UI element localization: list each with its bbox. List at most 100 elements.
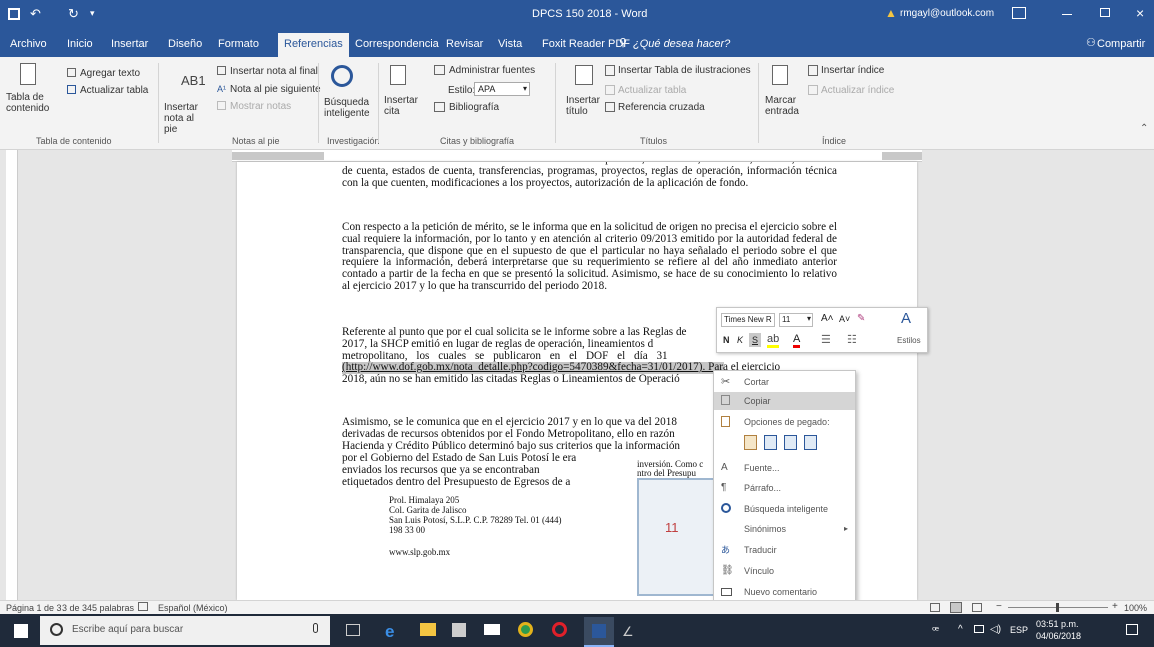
- update-figures-table-button[interactable]: Actualizar tabla: [618, 85, 686, 96]
- toc-button[interactable]: Tabla de contenido: [6, 92, 52, 114]
- collapse-ribbon-icon[interactable]: ⌃: [1140, 123, 1148, 134]
- font-color-icon[interactable]: A: [793, 333, 801, 348]
- paragraph-4-line-6[interactable]: etiquetados dentro del Presupuesto de Eg…: [342, 476, 612, 489]
- chrome-icon[interactable]: [518, 622, 533, 637]
- redo-icon[interactable]: ↻: [68, 6, 79, 22]
- insert-endnote-button[interactable]: Insertar nota al final: [230, 66, 318, 77]
- menu-item-copy[interactable]: Copiar: [714, 392, 855, 410]
- microphone-icon[interactable]: [313, 623, 318, 633]
- paste-text-only-icon[interactable]: [804, 435, 817, 450]
- taskbar-search-box[interactable]: Escribe aquí para buscar: [40, 616, 330, 645]
- tab-insertar[interactable]: Insertar: [111, 35, 148, 55]
- shrink-font-icon[interactable]: A˅: [839, 314, 850, 324]
- ribbon-display-icon[interactable]: [1012, 7, 1026, 19]
- insert-index-button[interactable]: Insertar índice: [821, 65, 884, 76]
- menu-item-font[interactable]: A Fuente...: [714, 459, 855, 477]
- language-status[interactable]: Español (México): [158, 603, 228, 613]
- print-layout-icon[interactable]: [950, 602, 962, 613]
- paragraph-1[interactable]: conocer todos los documentos derivados d…: [342, 162, 837, 189]
- menu-item-new-comment[interactable]: Nuevo comentario: [714, 583, 855, 601]
- close-icon[interactable]: ×: [1136, 5, 1144, 21]
- menu-item-smart-lookup[interactable]: Búsqueda inteligente: [714, 500, 855, 518]
- menu-item-paragraph[interactable]: ¶ Párrafo...: [714, 479, 855, 497]
- tab-correspondencia[interactable]: Correspondencia: [355, 35, 439, 55]
- tab-referencias[interactable]: Referencias: [278, 33, 349, 57]
- network-icon[interactable]: [974, 625, 984, 633]
- style-select[interactable]: APA ▾: [474, 82, 530, 96]
- tell-me-box[interactable]: ¿Qué desea hacer?: [633, 35, 730, 55]
- paste-keep-format-icon[interactable]: [744, 435, 757, 450]
- insert-footnote-button[interactable]: Insertar nota al pie: [164, 102, 206, 135]
- font-size-select[interactable]: 11 ▾: [779, 313, 813, 327]
- tab-inicio[interactable]: Inicio: [67, 35, 93, 55]
- mail-icon[interactable]: [484, 624, 500, 635]
- store-icon[interactable]: [452, 623, 466, 637]
- paragraph-3-line-5[interactable]: 2018, aún no se han emitido las citadas …: [342, 374, 722, 386]
- menu-item-translate[interactable]: あ Traducir: [714, 541, 855, 559]
- zoom-out-icon[interactable]: −: [996, 601, 1002, 612]
- account-name[interactable]: rmgayl@outlook.com: [900, 8, 994, 19]
- opera-icon[interactable]: [552, 622, 567, 637]
- manage-sources-button[interactable]: Administrar fuentes: [449, 65, 535, 76]
- zoom-slider-thumb[interactable]: [1056, 603, 1059, 612]
- page-count[interactable]: Página 1 de 3: [6, 603, 62, 613]
- clock-time[interactable]: 03:51 p.m.: [1036, 619, 1079, 629]
- menu-item-synonyms[interactable]: Sinónimos ▸: [714, 520, 855, 538]
- clock-date[interactable]: 04/06/2018: [1036, 631, 1081, 641]
- update-index-button[interactable]: Actualizar índice: [821, 85, 894, 96]
- word-app-icon[interactable]: [584, 617, 614, 647]
- tab-foxit[interactable]: Foxit Reader PDF: [542, 35, 630, 55]
- tab-archivo[interactable]: Archivo: [10, 35, 47, 55]
- cross-reference-button[interactable]: Referencia cruzada: [618, 102, 705, 113]
- quick-access-dropdown-icon[interactable]: ▾: [90, 8, 95, 19]
- menu-item-cut[interactable]: ✂ Cortar: [714, 373, 855, 391]
- grow-font-icon[interactable]: A˄: [821, 313, 834, 324]
- show-notes-button[interactable]: Mostrar notas: [230, 101, 291, 112]
- save-icon[interactable]: [8, 8, 20, 20]
- people-icon[interactable]: ꟹ: [932, 624, 939, 637]
- insert-caption-button[interactable]: Insertar título: [566, 95, 600, 117]
- pen-app-icon[interactable]: ∠: [622, 624, 634, 640]
- windows-start-icon[interactable]: [14, 624, 28, 638]
- undo-icon[interactable]: ↶: [30, 6, 41, 22]
- styles-button[interactable]: Estilos: [897, 336, 921, 345]
- tab-diseno[interactable]: Diseño: [168, 35, 202, 55]
- menu-item-link[interactable]: ⛓ Vínculo: [714, 562, 855, 580]
- maximize-icon[interactable]: [1100, 8, 1110, 17]
- zoom-in-icon[interactable]: +: [1112, 601, 1118, 612]
- file-explorer-icon[interactable]: [420, 623, 436, 636]
- notification-icon[interactable]: [1126, 624, 1138, 635]
- minimize-icon[interactable]: [1062, 14, 1072, 15]
- read-mode-icon[interactable]: [930, 603, 940, 612]
- add-text-button[interactable]: Agregar texto: [80, 68, 140, 79]
- tab-vista[interactable]: Vista: [498, 35, 522, 55]
- update-table-button[interactable]: Actualizar tabla: [80, 85, 148, 96]
- numbering-icon[interactable]: ☷: [847, 333, 857, 346]
- share-button[interactable]: Compartir: [1097, 35, 1145, 55]
- smart-lookup-button[interactable]: Búsqueda inteligente: [324, 97, 370, 119]
- proofing-icon[interactable]: [138, 602, 148, 611]
- underline-button[interactable]: S: [749, 333, 761, 347]
- paste-merge-format-icon[interactable]: [764, 435, 777, 450]
- format-painter-icon[interactable]: ✎: [857, 313, 865, 324]
- paragraph-2[interactable]: Con respecto a la petición de mérito, se…: [342, 221, 837, 293]
- bullets-icon[interactable]: ☰: [821, 333, 831, 346]
- highlight-color-icon[interactable]: ab: [767, 333, 780, 348]
- next-footnote-button[interactable]: Nota al pie siguiente: [230, 84, 321, 95]
- edge-icon[interactable]: e: [385, 622, 394, 642]
- input-language[interactable]: ESP: [1010, 625, 1028, 635]
- warning-icon[interactable]: ▲: [885, 6, 897, 20]
- tab-formato[interactable]: Formato: [218, 35, 259, 55]
- bibliography-button[interactable]: Bibliografía: [449, 102, 499, 113]
- italic-button[interactable]: K: [737, 335, 743, 345]
- word-count[interactable]: 3 de 345 palabras: [62, 603, 134, 613]
- zoom-level[interactable]: 100%: [1124, 603, 1147, 613]
- tab-revisar[interactable]: Revisar: [446, 35, 483, 55]
- bold-button[interactable]: N: [723, 335, 730, 345]
- mark-entry-button[interactable]: Marcar entrada: [765, 95, 799, 117]
- zoom-slider[interactable]: [1008, 603, 1108, 612]
- insert-table-of-figures-button[interactable]: Insertar Tabla de ilustraciones: [618, 65, 751, 76]
- tray-chevron-icon[interactable]: ^: [958, 624, 963, 635]
- task-view-icon[interactable]: [346, 624, 360, 636]
- font-name-select[interactable]: Times New R: [721, 313, 775, 327]
